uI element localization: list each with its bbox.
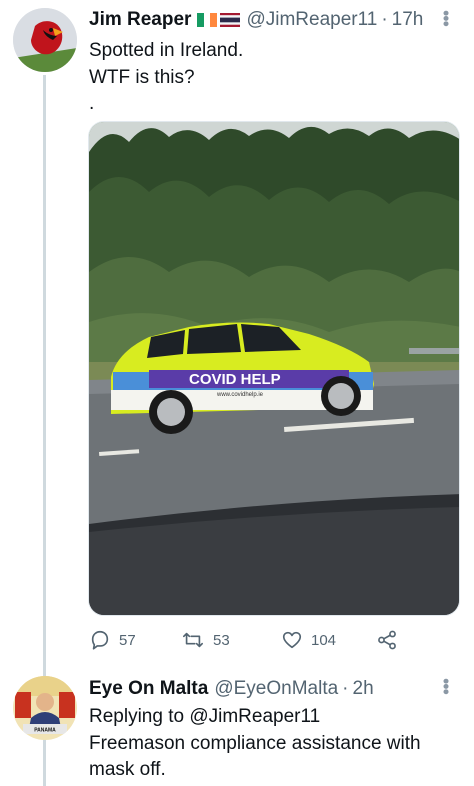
more-options-icon[interactable]: ••• [435,678,456,694]
heart-icon [281,629,303,651]
replying-to-prefix: Replying to [89,706,185,727]
retweet-button[interactable]: 53 [181,624,230,656]
tweet-eye-on-malta[interactable]: PANAMA Eye On Malta @EyeOnMalta · 2h •••… [0,668,474,786]
user-handle[interactable]: @JimReaper11 [246,9,377,31]
share-button[interactable] [376,624,398,656]
share-icon [376,629,398,651]
tweet-actions: 57 53 104 [89,624,409,656]
like-button[interactable]: 104 [281,624,336,656]
timestamp[interactable]: 17h [392,9,424,31]
name-flags [197,13,241,27]
display-name[interactable]: Jim Reaper [89,9,191,31]
timestamp[interactable]: 2h [353,678,374,700]
separator-dot: · [342,678,349,699]
replying-to: Replying to @JimReaper11 [89,704,320,729]
tweet-header: Eye On Malta @EyeOnMalta · 2h [89,678,374,700]
avatar-image: PANAMA [13,676,77,740]
car-photo: COVID HELP www.covidhelp.ie [89,122,459,615]
car-logo-text: COVID HELP [189,371,281,388]
separator-dot: · [381,9,388,30]
user-handle[interactable]: @EyeOnMalta [214,678,338,700]
thailand-flag-icon [220,13,241,27]
tweet-jim-reaper[interactable]: Jim Reaper @JimReaper11 · 17h ••• Spotte… [0,0,474,786]
more-options-icon[interactable]: ••• [435,10,456,26]
tweet-photo[interactable]: COVID HELP www.covidhelp.ie [88,121,460,616]
tweet-text-line-1: Freemason compliance assistance with [89,733,421,754]
ireland-flag-icon [197,13,218,27]
tweet-text-line-3: . [89,93,95,114]
avatar-eye-on-malta[interactable]: PANAMA [13,676,77,740]
retweet-count: 53 [213,631,230,649]
tweet-text-line-2: mask off. [89,759,166,780]
reply-count: 57 [119,631,136,649]
retweet-icon [181,629,205,651]
reply-icon [89,629,111,651]
like-count: 104 [311,631,337,649]
svg-text:PANAMA: PANAMA [34,728,56,734]
replying-to-handle[interactable]: @JimReaper11 [189,706,320,727]
reply-button[interactable]: 57 [89,624,136,656]
display-name[interactable]: Eye On Malta [89,678,208,700]
avatar-jim-reaper[interactable] [13,8,77,72]
car-website-text: www.covidhelp.ie [216,392,264,398]
avatar-image [13,8,77,72]
tweet-text-line-1: Spotted in Ireland. [89,40,244,61]
tweet-text-line-2: WTF is this? [89,67,195,88]
tweet-header: Jim Reaper @JimReaper11 · 17h [89,9,423,31]
